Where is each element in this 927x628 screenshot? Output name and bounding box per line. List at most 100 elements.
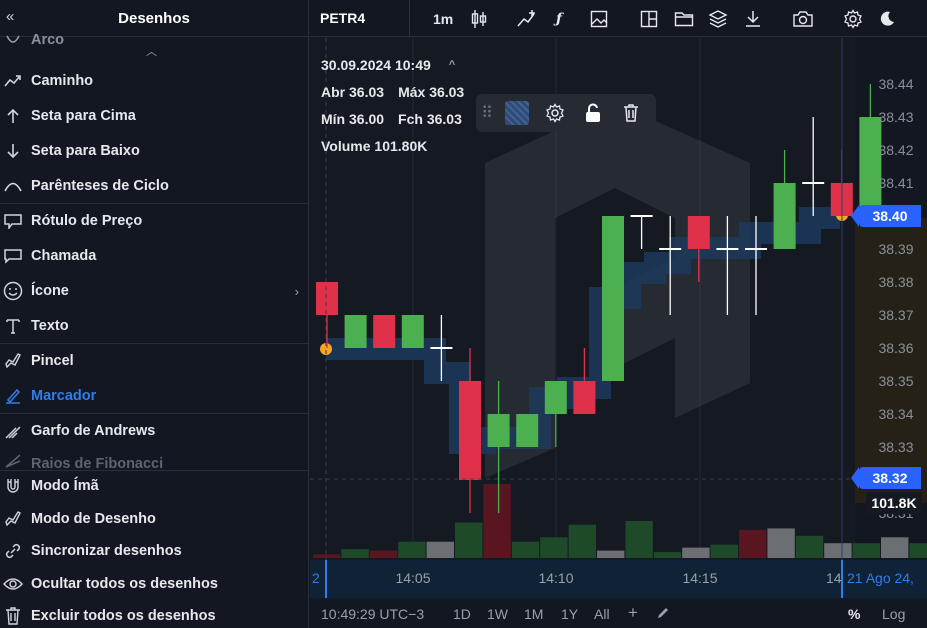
sidebar-divider — [0, 343, 308, 344]
sidebar-item-highlighter[interactable]: Marcador — [0, 380, 308, 412]
candle-body — [516, 414, 539, 447]
legend-volume-label: Volume — [321, 138, 371, 154]
volume-bar — [369, 550, 398, 558]
chevron-up-icon[interactable]: ^ — [449, 52, 455, 79]
draw-mode-icon — [1, 509, 25, 529]
color-swatch-button[interactable] — [498, 94, 536, 132]
image-icon[interactable] — [590, 8, 608, 30]
compare-plus-button[interactable]: + — [628, 603, 638, 623]
double-chevron-left-icon[interactable]: « — [6, 8, 24, 25]
pencil-icon[interactable] — [656, 606, 670, 623]
trash-icon[interactable] — [612, 94, 650, 132]
candle-body — [401, 315, 424, 348]
candle-body — [859, 117, 882, 216]
magnet-icon — [1, 476, 25, 496]
sidebar-item-text[interactable]: Texto — [0, 310, 308, 342]
ohlc-legend: 30.09.2024 10:49 ^ Abr 36.03 Máx 36.03 Mín… — [321, 52, 464, 160]
sidebar-item-cycle-brackets[interactable]: Parênteses de Ciclo — [0, 170, 308, 202]
volume-bar — [909, 543, 927, 558]
sidebar-title: Desenhos — [118, 9, 190, 27]
sidebar-item-pitchfork[interactable]: Garfo de Andrews — [0, 415, 308, 447]
range-1d[interactable]: 1D — [453, 606, 471, 622]
drawings-sidebar: « Desenhos Arco ︿ Caminho Seta para Cima… — [0, 0, 309, 628]
symbol-selector[interactable]: PETR4 — [310, 0, 410, 37]
legend-low: 36.00 — [349, 111, 385, 127]
chevron-up-icon[interactable]: ︿ — [146, 43, 157, 59]
moon-icon[interactable] — [878, 8, 896, 30]
price-tick-label: 38.41 — [878, 175, 913, 191]
sidebar-action-sync[interactable]: Sincronizar desenhos — [0, 535, 308, 567]
time-crosshair-date: 21 Ago 24, — [847, 570, 914, 586]
candle-body — [487, 414, 510, 447]
legend-open: 36.03 — [349, 84, 385, 100]
arrow-up-icon — [1, 106, 25, 126]
range-1m[interactable]: 1M — [524, 606, 543, 622]
legend-close-label: Fch — [398, 111, 423, 127]
price-tick-label: 38.39 — [878, 241, 913, 257]
sidebar-action-draw-mode[interactable]: Modo de Desenho — [0, 503, 308, 535]
price-axis-range-highlight — [855, 218, 927, 503]
chart-area[interactable]: 38.44 38.43 38.42 38.41 38.40 38.39 38.38 38.37… — [310, 38, 927, 598]
price-tick-label: 38.36 — [878, 340, 913, 356]
sidebar-action-delete-all[interactable]: Excluir todos os desenhos — [0, 600, 308, 628]
percent-toggle[interactable]: % — [848, 606, 860, 622]
volume-bar — [653, 552, 682, 558]
log-toggle[interactable]: Log — [882, 606, 905, 622]
folder-icon[interactable] — [674, 8, 694, 30]
time-crosshair-label-left: 2 — [312, 570, 320, 586]
price-tick-label: 38.37 — [878, 307, 913, 323]
interval-selector[interactable]: 1m — [433, 8, 453, 30]
sidebar-item-fib-fan[interactable]: Raios de Fibonacci — [0, 450, 308, 470]
range-all[interactable]: All — [594, 606, 610, 622]
price-tick-label: 38.44 — [878, 76, 913, 92]
sidebar-action-magnet[interactable]: Modo Ímã — [0, 470, 308, 502]
gear-icon[interactable] — [536, 94, 574, 132]
layers-icon[interactable] — [708, 8, 728, 30]
drag-handle-icon[interactable]: ⠿ — [476, 103, 498, 123]
volume-bar — [568, 524, 596, 558]
price-tick-label: 38.38 — [878, 274, 913, 290]
sidebar-item-callout[interactable]: Chamada — [0, 240, 308, 272]
sidebar-item-arrow-up[interactable]: Seta para Cima — [0, 100, 308, 132]
price-tick-label: 38.42 — [878, 142, 913, 158]
utc-clock[interactable]: 10:49:29 UTC−3 — [321, 606, 424, 622]
link-icon — [1, 541, 25, 561]
sidebar-action-hide-all[interactable]: Ocultar todos os desenhos — [0, 568, 308, 600]
time-crosshair-label-right: 14 — [826, 570, 842, 586]
arc-icon — [1, 30, 25, 50]
candles-icon[interactable] — [470, 8, 488, 30]
legend-open-label: Abr — [321, 84, 346, 100]
camera-icon[interactable] — [792, 8, 814, 30]
volume-bar — [455, 522, 483, 558]
arrow-down-icon — [1, 141, 25, 161]
volume-bar — [426, 541, 454, 558]
brush-icon — [1, 351, 25, 371]
pitchfork-icon — [1, 421, 25, 441]
sidebar-item-arrow-down[interactable]: Seta para Baixo — [0, 135, 308, 167]
indicators-icon[interactable] — [516, 8, 538, 30]
download-icon[interactable] — [744, 8, 762, 30]
candle-body — [773, 183, 796, 249]
sidebar-item-path[interactable]: Caminho — [0, 65, 308, 97]
gear-icon[interactable] — [843, 8, 863, 30]
price-tick-label: 38.43 — [878, 109, 913, 125]
chevron-right-icon: › — [294, 283, 299, 299]
candle-body — [544, 381, 567, 414]
sidebar-item-price-label[interactable]: Rótulo de Preço — [0, 205, 308, 237]
sidebar-item-brush[interactable]: Pincel — [0, 345, 308, 377]
volume-bar — [540, 537, 568, 558]
price-tick-label: 38.35 — [878, 373, 913, 389]
highlighter-icon — [1, 386, 25, 406]
volume-bar — [625, 521, 653, 558]
time-tick-label: 14:05 — [395, 570, 430, 586]
price-tick-label: 38.34 — [878, 406, 913, 422]
trash-icon — [1, 606, 25, 626]
volume-bar — [483, 484, 511, 558]
unlock-icon[interactable] — [574, 94, 612, 132]
range-1y[interactable]: 1Y — [561, 606, 578, 622]
color-swatch-icon — [505, 101, 529, 125]
range-1w[interactable]: 1W — [487, 606, 508, 622]
function-icon[interactable]: ƒ — [556, 8, 562, 30]
sidebar-item-icon[interactable]: Ícone › — [0, 275, 308, 307]
layout-icon[interactable] — [640, 8, 658, 30]
